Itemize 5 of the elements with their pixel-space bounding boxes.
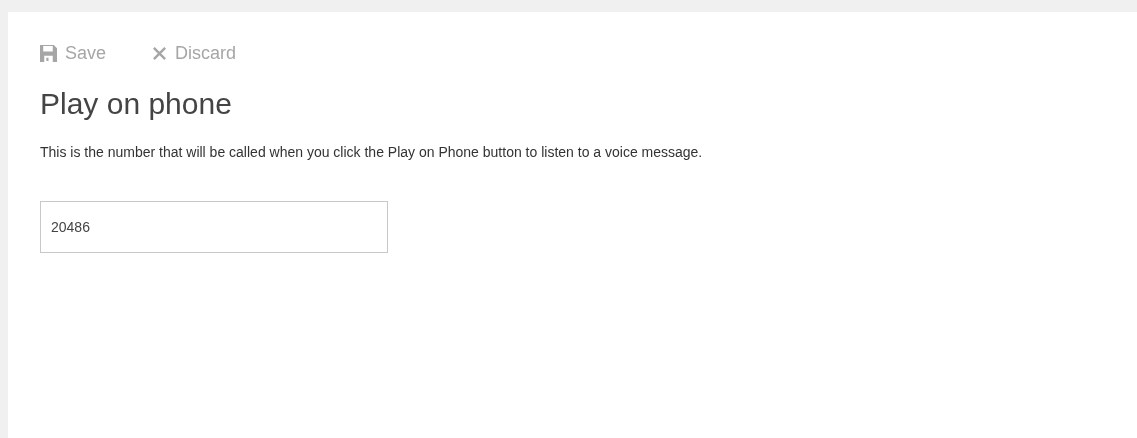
phone-number-field[interactable]: 20486 — [40, 201, 388, 253]
save-icon — [40, 44, 57, 62]
close-icon — [152, 45, 168, 61]
page-title: Play on phone — [40, 86, 233, 122]
description-text: This is the number that will be called when you click the Play on Phone button to listen to a voice message. — [40, 143, 704, 162]
